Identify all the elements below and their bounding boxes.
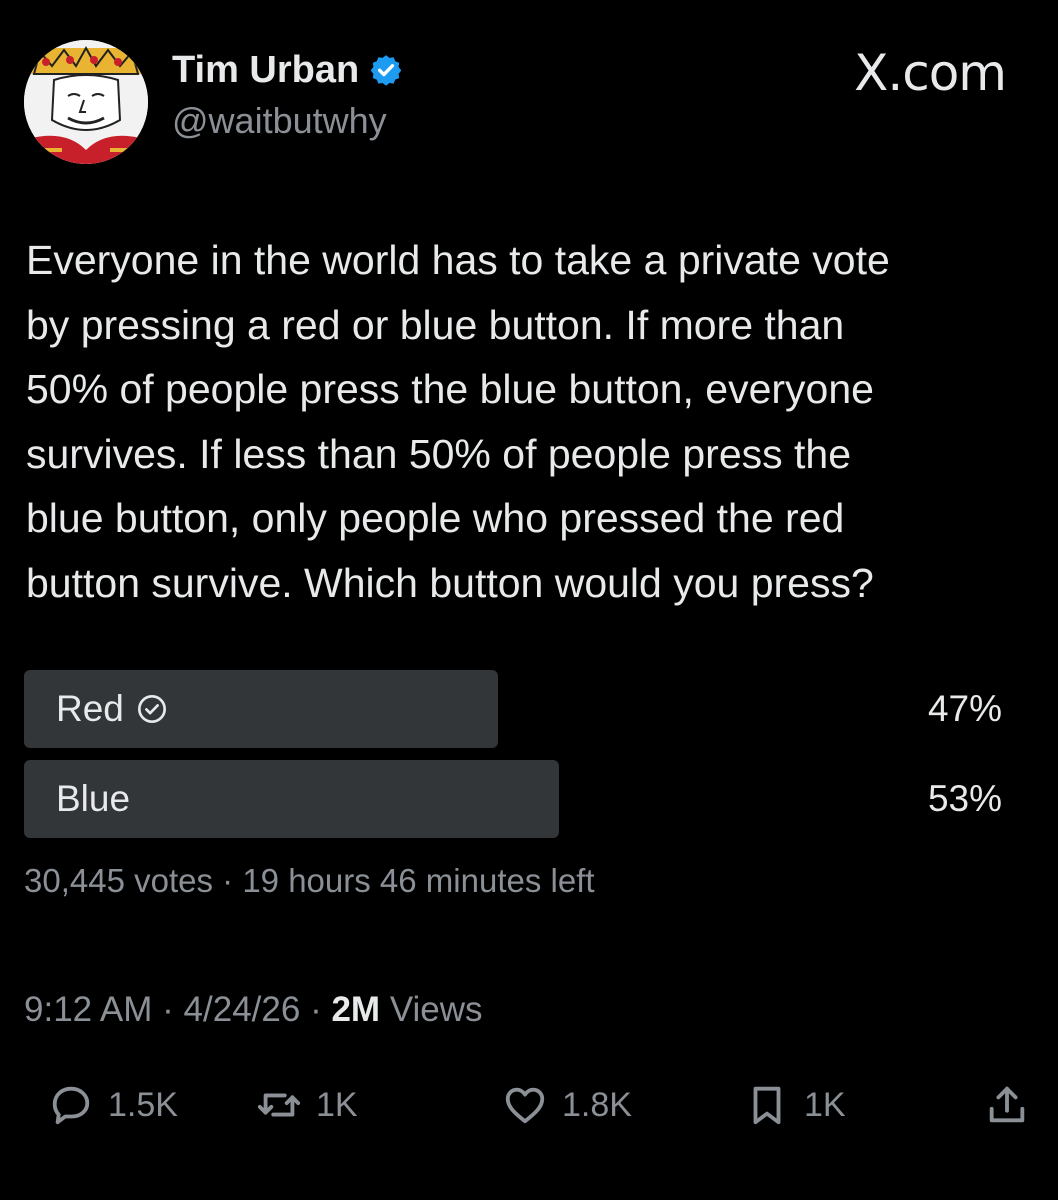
poll-option-blue[interactable]: Blue 53% bbox=[24, 760, 1008, 838]
tweet-text: Everyone in the world has to take a priv… bbox=[26, 228, 1036, 615]
repost-count: 1K bbox=[316, 1085, 358, 1124]
tweet-time[interactable]: 9:12 AM bbox=[24, 990, 152, 1029]
verified-badge-icon[interactable] bbox=[369, 53, 403, 87]
like-count: 1.8K bbox=[562, 1085, 632, 1124]
repost-icon bbox=[256, 1082, 302, 1128]
poll-time-left: 19 hours 46 minutes left bbox=[242, 862, 595, 899]
poll-option-label: Red bbox=[56, 688, 124, 729]
tweet-timestamp: 9:12 AM · 4/24/26 · 2M Views bbox=[24, 990, 483, 1030]
author-name[interactable]: Tim Urban bbox=[172, 49, 359, 92]
tweet-line: blue button, only people who pressed the… bbox=[26, 495, 845, 541]
tweet-line: Everyone in the world has to take a priv… bbox=[26, 237, 890, 283]
poll-meta: 30,445 votes · 19 hours 46 minutes left bbox=[24, 862, 595, 900]
reply-icon bbox=[48, 1082, 94, 1128]
poll-option-red[interactable]: Red 47% bbox=[24, 670, 1008, 748]
tweet-date[interactable]: 4/24/26 bbox=[184, 990, 301, 1029]
author-row[interactable]: Tim Urban bbox=[172, 48, 403, 92]
heart-icon bbox=[502, 1082, 548, 1128]
avatar[interactable] bbox=[24, 40, 148, 164]
views-label[interactable]: Views bbox=[390, 990, 483, 1029]
poll-option-percent: 53% bbox=[927, 778, 1002, 819]
poll-option-label: Blue bbox=[56, 778, 131, 819]
separator: · bbox=[162, 990, 174, 1029]
tweet-line: button survive. Which button would you p… bbox=[26, 559, 874, 606]
bookmark-button[interactable]: 1K bbox=[744, 1070, 846, 1140]
bookmark-icon bbox=[744, 1082, 790, 1128]
reply-count: 1.5K bbox=[108, 1085, 178, 1124]
share-button[interactable] bbox=[984, 1070, 1030, 1140]
reply-button[interactable]: 1.5K bbox=[48, 1070, 178, 1140]
views-count[interactable]: 2M bbox=[331, 990, 380, 1029]
author-handle[interactable]: @waitbutwhy bbox=[172, 100, 387, 142]
poll-votes: 30,445 votes bbox=[24, 862, 213, 899]
brand-watermark: X.com bbox=[854, 44, 1007, 102]
separator: · bbox=[310, 990, 322, 1029]
tweet-line: by pressing a red or blue button. If mor… bbox=[26, 301, 845, 348]
repost-button[interactable]: 1K bbox=[256, 1070, 358, 1140]
share-icon bbox=[984, 1082, 1030, 1128]
check-circle-icon bbox=[136, 693, 168, 725]
action-bar: 1.5K 1K 1.8K 1K bbox=[0, 1070, 1058, 1140]
poll-option-percent: 47% bbox=[927, 688, 1002, 729]
separator: · bbox=[222, 862, 234, 899]
bookmark-count: 1K bbox=[804, 1085, 846, 1124]
like-button[interactable]: 1.8K bbox=[502, 1070, 632, 1140]
king-of-hearts-card-avatar bbox=[24, 40, 148, 164]
tweet-line: survives. If less than 50% of people pre… bbox=[26, 430, 852, 477]
tweet-line: 50% of people press the blue button, eve… bbox=[26, 366, 874, 412]
